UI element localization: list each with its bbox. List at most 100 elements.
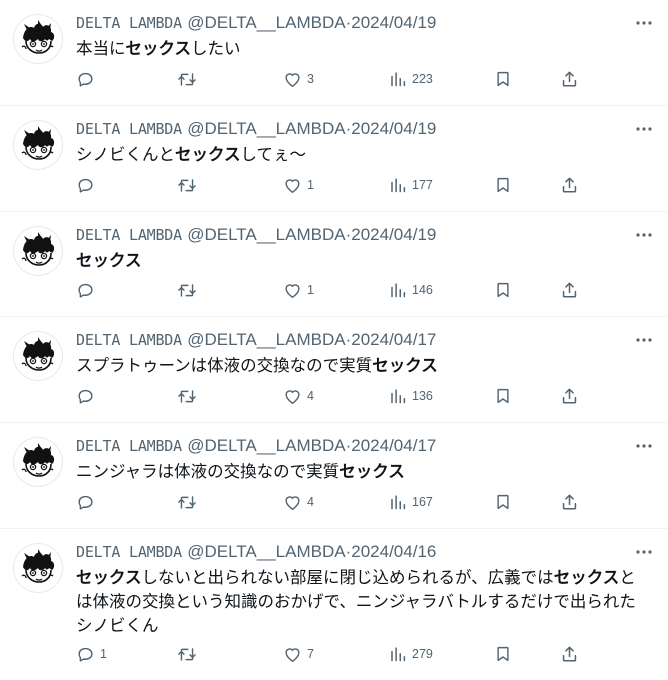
reply-button[interactable] xyxy=(76,491,100,513)
view-count: 279 xyxy=(412,647,433,661)
reply-button[interactable] xyxy=(76,279,100,301)
share-button[interactable] xyxy=(560,68,579,90)
author-handle[interactable]: @DELTA__LAMBDA xyxy=(187,542,345,561)
tweet-item[interactable]: DELTA LAMBDA @DELTA__LAMBDA·2024/04/19 セ… xyxy=(0,212,668,317)
more-icon[interactable] xyxy=(634,14,654,26)
retweet-icon xyxy=(177,387,197,406)
avatar-drawing xyxy=(21,337,55,371)
share-button[interactable] xyxy=(560,279,579,301)
reply-button[interactable] xyxy=(76,385,100,407)
share-icon xyxy=(560,280,579,300)
tweet-text-part: シノビくんと xyxy=(76,145,175,164)
tweet-item[interactable]: DELTA LAMBDA @DELTA__LAMBDA·2024/04/19 本… xyxy=(0,0,668,106)
bookmark-button[interactable] xyxy=(494,68,512,90)
author-handle[interactable]: @DELTA__LAMBDA xyxy=(187,13,345,32)
retweet-button[interactable] xyxy=(177,279,202,301)
author-name[interactable]: DELTA LAMBDA xyxy=(76,437,182,455)
tweet-text-bold: セックス xyxy=(553,568,620,587)
views-icon xyxy=(389,645,407,664)
like-count: 1 xyxy=(307,283,314,297)
like-button[interactable]: 3 xyxy=(283,68,314,90)
tweet-item[interactable]: DELTA LAMBDA @DELTA__LAMBDA·2024/04/17 ス… xyxy=(0,317,668,423)
like-button[interactable]: 7 xyxy=(283,643,314,665)
views-button[interactable]: 146 xyxy=(389,279,433,301)
reply-button[interactable] xyxy=(76,174,100,196)
tweet-actions: 1 146 xyxy=(76,279,588,301)
view-count: 136 xyxy=(412,389,433,403)
retweet-button[interactable] xyxy=(177,385,202,407)
author-handle[interactable]: @DELTA__LAMBDA xyxy=(187,225,345,244)
tweet-text-bold: セックス xyxy=(175,145,241,164)
reply-icon xyxy=(76,281,95,300)
reply-button[interactable]: 1 xyxy=(76,643,107,665)
bookmark-button[interactable] xyxy=(494,491,512,513)
bookmark-button[interactable] xyxy=(494,174,512,196)
author-name[interactable]: DELTA LAMBDA xyxy=(76,543,182,561)
share-button[interactable] xyxy=(560,385,579,407)
more-icon[interactable] xyxy=(634,120,654,132)
avatar[interactable] xyxy=(13,226,63,276)
bookmark-button[interactable] xyxy=(494,279,512,301)
retweet-button[interactable] xyxy=(177,643,202,665)
avatar-drawing xyxy=(21,232,55,266)
like-count: 4 xyxy=(307,495,314,509)
author-name[interactable]: DELTA LAMBDA xyxy=(76,14,182,32)
author-handle[interactable]: @DELTA__LAMBDA xyxy=(187,436,345,455)
retweet-icon xyxy=(177,645,197,664)
retweet-button[interactable] xyxy=(177,174,202,196)
tweet-date[interactable]: 2024/04/19 xyxy=(351,225,436,244)
reply-icon xyxy=(76,70,95,89)
tweet-item[interactable]: DELTA LAMBDA @DELTA__LAMBDA·2024/04/16 セ… xyxy=(0,529,668,680)
like-button[interactable]: 4 xyxy=(283,385,314,407)
author-name[interactable]: DELTA LAMBDA xyxy=(76,331,182,349)
author-name[interactable]: DELTA LAMBDA xyxy=(76,120,182,138)
tweet-header: DELTA LAMBDA @DELTA__LAMBDA·2024/04/19 xyxy=(76,223,628,247)
tweet-date[interactable]: 2024/04/19 xyxy=(351,13,436,32)
heart-icon xyxy=(283,387,302,406)
more-icon[interactable] xyxy=(634,331,654,343)
more-icon[interactable] xyxy=(634,543,654,555)
views-button[interactable]: 177 xyxy=(389,174,433,196)
bookmark-button[interactable] xyxy=(494,643,512,665)
tweet-text-bold: セックス xyxy=(76,568,142,587)
tweet-date[interactable]: 2024/04/16 xyxy=(351,542,436,561)
share-button[interactable] xyxy=(560,174,579,196)
avatar[interactable] xyxy=(13,120,63,170)
like-button[interactable]: 4 xyxy=(283,491,314,513)
view-count: 146 xyxy=(412,283,433,297)
tweet-text-part: 本当に xyxy=(76,39,126,58)
like-button[interactable]: 1 xyxy=(283,174,314,196)
tweet-text-bold: セックス xyxy=(76,251,142,270)
avatar[interactable] xyxy=(13,543,63,593)
tweet-date[interactable]: 2024/04/17 xyxy=(351,330,436,349)
avatar[interactable] xyxy=(13,437,63,487)
bookmark-button[interactable] xyxy=(494,385,512,407)
tweet-text-bold: セックス xyxy=(339,462,405,481)
retweet-button[interactable] xyxy=(177,491,202,513)
more-icon[interactable] xyxy=(634,437,654,449)
like-button[interactable]: 1 xyxy=(283,279,314,301)
tweet-date[interactable]: 2024/04/19 xyxy=(351,119,436,138)
views-button[interactable]: 167 xyxy=(389,491,433,513)
share-button[interactable] xyxy=(560,491,579,513)
author-name[interactable]: DELTA LAMBDA xyxy=(76,226,182,244)
tweet-header: DELTA LAMBDA @DELTA__LAMBDA·2024/04/17 xyxy=(76,434,628,458)
views-button[interactable]: 136 xyxy=(389,385,433,407)
tweet-date[interactable]: 2024/04/17 xyxy=(351,436,436,455)
author-handle[interactable]: @DELTA__LAMBDA xyxy=(187,119,345,138)
tweet-text-part: しないと出られない部屋に閉じ込められるが、広義では xyxy=(141,568,554,587)
tweet-item[interactable]: DELTA LAMBDA @DELTA__LAMBDA·2024/04/17 ニ… xyxy=(0,423,668,529)
tweet-actions: 1 7 279 xyxy=(76,643,588,665)
view-count: 177 xyxy=(412,178,433,192)
views-button[interactable]: 223 xyxy=(389,68,433,90)
views-button[interactable]: 279 xyxy=(389,643,433,665)
tweet-item[interactable]: DELTA LAMBDA @DELTA__LAMBDA·2024/04/19 シ… xyxy=(0,106,668,212)
retweet-button[interactable] xyxy=(177,68,202,90)
avatar[interactable] xyxy=(13,14,63,64)
reply-button[interactable] xyxy=(76,68,100,90)
author-handle[interactable]: @DELTA__LAMBDA xyxy=(187,330,345,349)
avatar[interactable] xyxy=(13,331,63,381)
like-count: 7 xyxy=(307,647,314,661)
more-icon[interactable] xyxy=(634,226,654,238)
share-button[interactable] xyxy=(560,643,579,665)
